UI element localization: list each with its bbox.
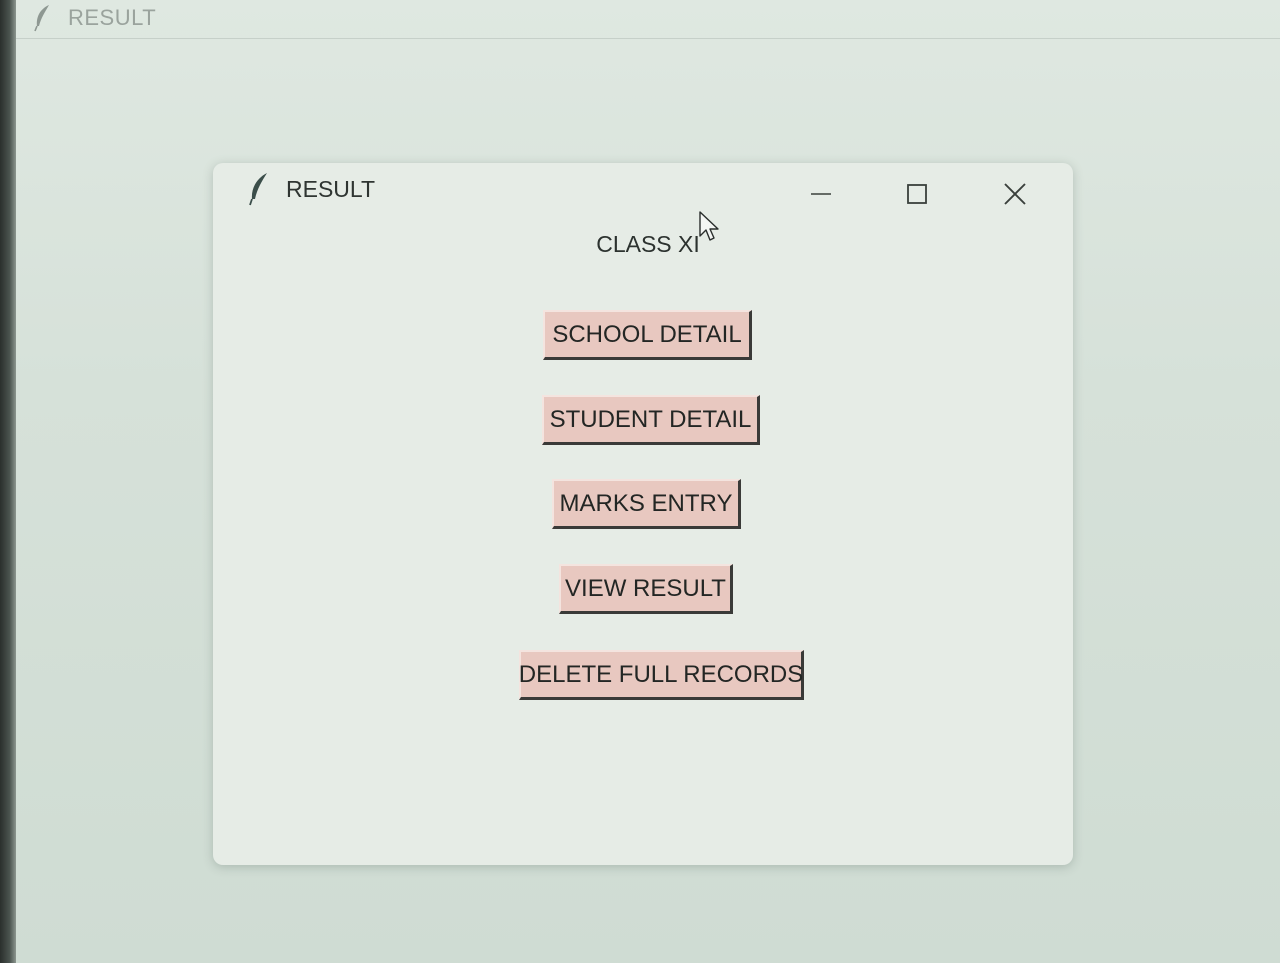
dialog-titlebar[interactable]: RESULT — [213, 163, 1073, 219]
feather-icon — [32, 4, 54, 32]
maximize-button[interactable] — [887, 173, 947, 219]
feather-icon — [247, 172, 271, 206]
screen-bezel — [0, 0, 16, 963]
dialog-title: RESULT — [286, 176, 376, 202]
minimize-icon — [809, 182, 833, 210]
class-heading: CLASS XI — [596, 231, 700, 257]
background-window-title: RESULT — [68, 5, 157, 30]
close-button[interactable] — [985, 173, 1045, 219]
marks-entry-button[interactable]: MARKS ENTRY — [552, 479, 741, 529]
student-detail-button[interactable]: STUDENT DETAIL — [542, 395, 760, 445]
result-dialog: RESULT CLASS XI SCHOOL DETAIL STUDENT DE… — [213, 163, 1073, 865]
mouse-cursor-icon — [698, 210, 722, 246]
school-detail-button[interactable]: SCHOOL DETAIL — [543, 310, 752, 360]
close-icon — [1002, 181, 1028, 211]
minimize-button[interactable] — [791, 173, 851, 219]
maximize-icon — [905, 182, 929, 210]
delete-full-records-button[interactable]: DELETE FULL RECORDS — [519, 650, 804, 700]
background-titlebar: RESULT — [16, 0, 1280, 39]
view-result-button[interactable]: VIEW RESULT — [559, 564, 733, 614]
